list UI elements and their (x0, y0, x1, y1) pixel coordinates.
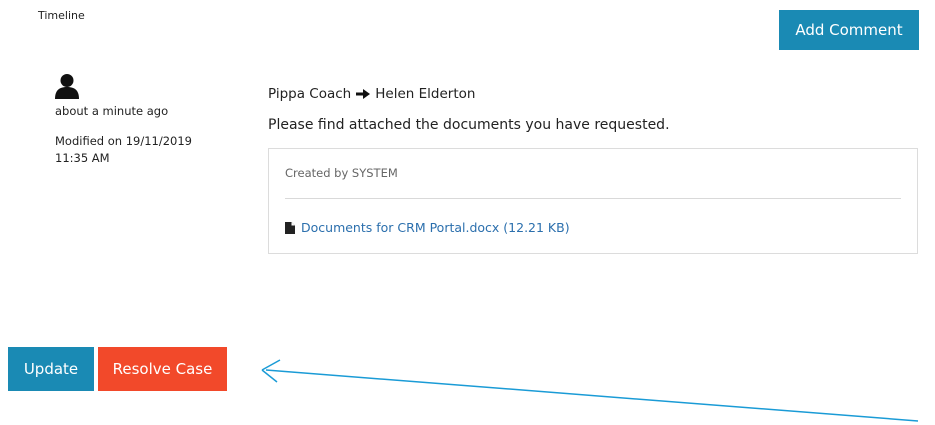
attachment-name: Documents for CRM Portal.docx (12.21 KB) (301, 220, 570, 235)
user-icon (55, 74, 79, 99)
arrow-right-icon (356, 89, 371, 99)
entry-sender-line: Pippa Coach Helen Elderton (268, 86, 475, 102)
divider (285, 198, 901, 199)
resolve-case-button[interactable]: Resolve Case (98, 347, 227, 391)
timeline-heading: Timeline (38, 9, 85, 22)
file-icon (285, 221, 295, 234)
created-by-label: Created by SYSTEM (285, 166, 398, 180)
entry-to: Helen Elderton (375, 86, 476, 102)
entry-from: Pippa Coach (268, 86, 352, 102)
attachment-link[interactable]: Documents for CRM Portal.docx (12.21 KB) (285, 220, 570, 235)
add-comment-button[interactable]: Add Comment (779, 10, 919, 50)
entry-modified-date: Modified on 19/11/2019 11:35 AM (55, 134, 192, 165)
entry-message: Please find attached the documents you h… (268, 117, 670, 133)
update-button[interactable]: Update (8, 347, 94, 391)
attachment-panel: Created by SYSTEM Documents for CRM Port… (268, 148, 918, 254)
entry-time-ago: about a minute ago (55, 104, 169, 118)
